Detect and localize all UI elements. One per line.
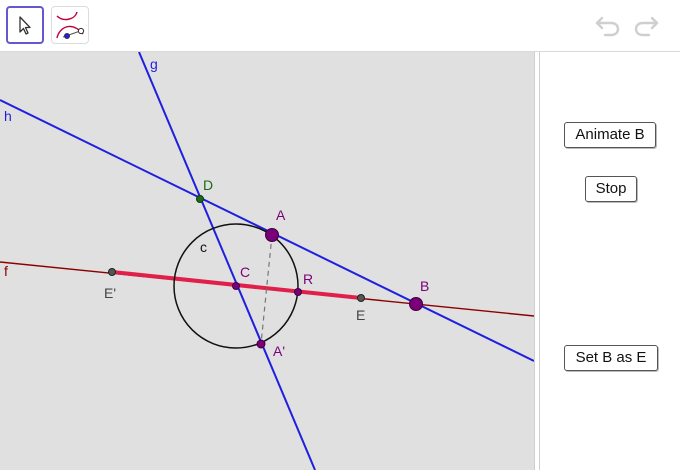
label-r: R bbox=[303, 271, 313, 287]
line-g[interactable] bbox=[138, 52, 316, 470]
point-e[interactable] bbox=[357, 294, 365, 302]
redo-icon bbox=[634, 16, 659, 37]
point-c[interactable] bbox=[232, 282, 240, 290]
animate-b-button[interactable]: Animate B bbox=[564, 122, 656, 148]
label-a-prime: A' bbox=[273, 343, 285, 359]
point-a-prime[interactable] bbox=[256, 339, 266, 349]
label-b: B bbox=[420, 278, 429, 294]
label-c: c bbox=[200, 239, 207, 255]
label-g: g bbox=[150, 56, 158, 72]
point-a[interactable] bbox=[265, 228, 279, 242]
stop-button[interactable]: Stop bbox=[585, 176, 637, 202]
cursor-arrow-icon bbox=[19, 16, 31, 35]
undo-icon bbox=[595, 16, 620, 37]
label-h: h bbox=[4, 108, 12, 124]
label-f: f bbox=[4, 263, 8, 279]
graphics-view[interactable]: g h f c A B C D E E' R A' bbox=[0, 52, 534, 470]
label-e: E bbox=[356, 307, 365, 323]
label-e-prime: E' bbox=[104, 285, 116, 301]
point-r[interactable] bbox=[294, 288, 302, 296]
geometry-canvas[interactable]: g h f c A B C D E E' R A' bbox=[0, 52, 534, 470]
redo-button[interactable] bbox=[632, 12, 660, 43]
move-tool-button[interactable] bbox=[6, 6, 44, 44]
point-e-prime[interactable] bbox=[108, 268, 116, 276]
side-panel: Animate B Stop Set B as E bbox=[540, 52, 680, 470]
undo-button[interactable] bbox=[594, 12, 622, 43]
set-b-as-e-button[interactable]: Set B as E bbox=[564, 345, 658, 371]
point-d[interactable] bbox=[196, 195, 204, 203]
toolbar bbox=[0, 0, 680, 52]
label-d: D bbox=[203, 177, 213, 193]
locus-curve-icon bbox=[56, 11, 85, 39]
label-c-point: C bbox=[240, 264, 250, 280]
point-b[interactable] bbox=[409, 297, 423, 311]
label-a: A bbox=[276, 207, 286, 223]
locus-tool-button[interactable] bbox=[51, 6, 89, 44]
